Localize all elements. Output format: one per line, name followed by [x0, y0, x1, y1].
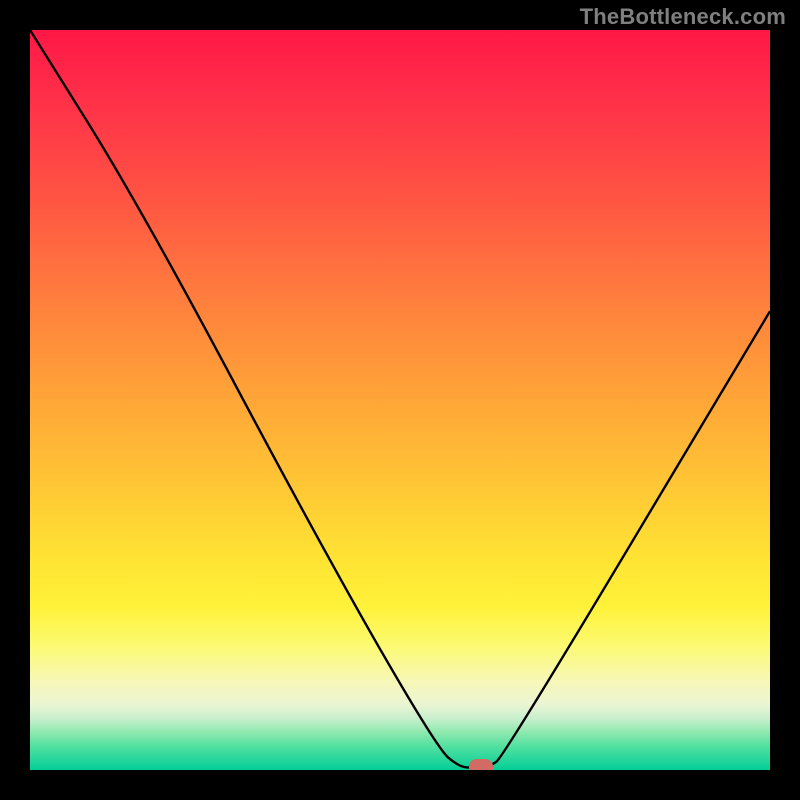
curve-svg — [30, 30, 770, 770]
plot-area — [30, 30, 770, 770]
chart-frame: TheBottleneck.com — [0, 0, 800, 800]
optimal-marker — [469, 759, 493, 770]
attribution-text: TheBottleneck.com — [580, 4, 786, 30]
bottleneck-curve — [30, 30, 770, 768]
